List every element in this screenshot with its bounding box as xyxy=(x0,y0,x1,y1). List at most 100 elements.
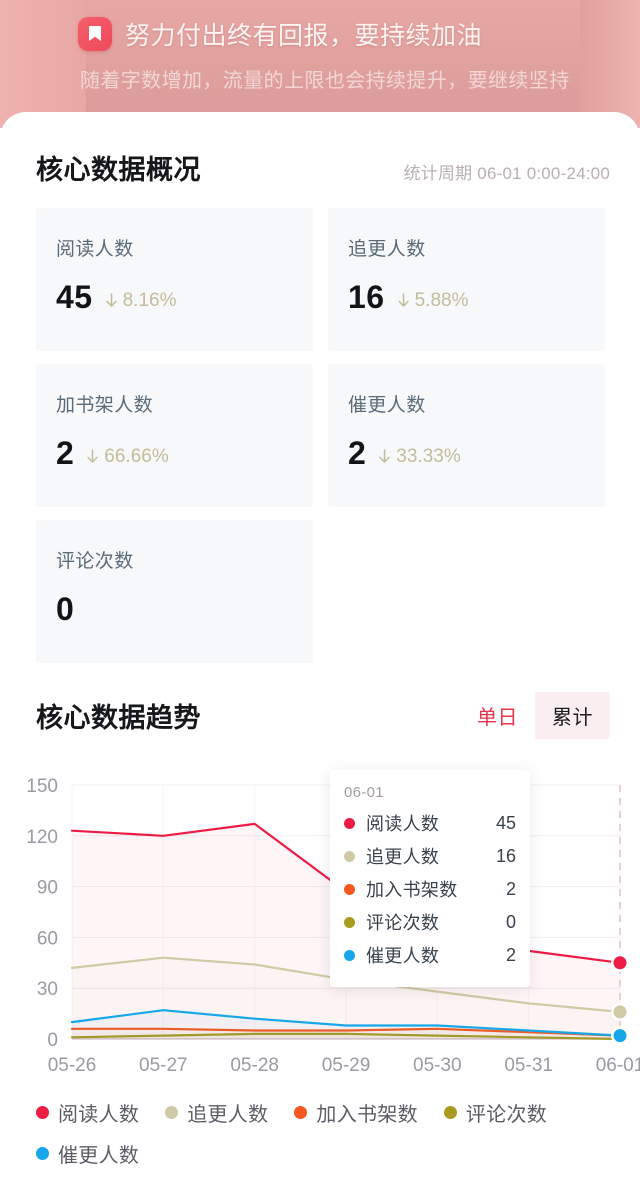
stat-delta: 8.16% xyxy=(105,289,177,312)
series-marker[interactable] xyxy=(613,1005,627,1019)
tooltip-series-name: 加入书架数 xyxy=(366,880,458,900)
stat-delta-value: 8.16% xyxy=(122,289,177,311)
chart-tooltip: 06-01 阅读人数 45 追更人数 16 加入书架数 2 评论次数 0 催更人数 2 xyxy=(330,770,530,987)
banner-left-shade xyxy=(0,0,86,128)
stat-delta: 33.33% xyxy=(378,446,461,468)
tooltip-series-name: 催更人数 xyxy=(366,946,440,966)
legend-label: 加入书架数 xyxy=(316,1104,418,1126)
legend-label: 评论次数 xyxy=(465,1104,548,1126)
stat-delta-value: 66.66% xyxy=(104,445,169,467)
stat-value: 16 xyxy=(348,279,385,315)
x-axis-tick-label: 05-27 xyxy=(139,1055,188,1076)
arrow-down-icon xyxy=(87,449,99,463)
y-axis-tick-label: 90 xyxy=(37,878,58,899)
stat-card: 阅读人数 45 8.16% xyxy=(36,208,313,351)
legend-dot-icon xyxy=(36,1106,49,1119)
stat-value-row: 16 5.88% xyxy=(348,279,605,316)
stat-delta: 66.66% xyxy=(86,445,169,468)
y-axis-tick-label: 150 xyxy=(26,776,58,797)
tooltip-series-name: 评论次数 xyxy=(366,913,440,933)
content-sheet: 核心数据概况 统计周期 06-01 0:00-24:00 阅读人数 45 8.16%… xyxy=(0,112,640,1186)
series-dot-icon xyxy=(344,916,355,928)
legend-item[interactable]: 加入书架数 xyxy=(294,1098,418,1127)
arrow-down-icon xyxy=(397,293,409,307)
chart-legend: 阅读人数 追更人数 加入书架数 评论次数催更人数 xyxy=(36,1098,636,1168)
y-axis-tick-label: 120 xyxy=(26,827,58,848)
tooltip-row: 评论次数 0 xyxy=(344,909,516,935)
trend-chart[interactable]: 0 30 60 90 120 150 05-26 05-27 05-28 05-29 05-30 05… xyxy=(0,757,640,1087)
legend-label: 催更人数 xyxy=(58,1145,140,1167)
tooltip-row: 加入书架数 2 xyxy=(344,876,516,902)
tooltip-series-value: 0 xyxy=(505,911,516,932)
stat-label: 催更人数 xyxy=(348,395,426,416)
tooltip-series-value: 2 xyxy=(505,944,516,965)
banner-title: 努力付出终有回报，要持续加油 xyxy=(125,22,483,50)
trend-title: 核心数据趋势 xyxy=(36,703,201,733)
toggle-option-daily[interactable]: 单日 xyxy=(460,692,535,739)
tooltip-series-name: 追更人数 xyxy=(366,847,440,867)
stat-card: 评论次数 0 xyxy=(36,520,313,663)
stat-value-row: 2 33.33% xyxy=(348,435,605,472)
y-axis-tick-label: 60 xyxy=(37,928,58,949)
legend-item[interactable]: 阅读人数 xyxy=(36,1098,139,1127)
trend-header: 核心数据趋势 单日 累计 xyxy=(36,692,610,739)
stat-value: 2 xyxy=(348,435,367,471)
bookmark-icon xyxy=(78,17,112,51)
legend-label: 阅读人数 xyxy=(58,1104,140,1126)
stat-card: 催更人数 2 33.33% xyxy=(328,364,605,507)
series-dot-icon xyxy=(344,850,355,862)
tooltip-row: 阅读人数 45 xyxy=(344,810,516,836)
trend-chart-svg[interactable]: 0 30 60 90 120 150 05-26 05-27 05-28 05-29 05-30 05… xyxy=(0,757,640,1087)
tooltip-series-name: 阅读人数 xyxy=(366,814,440,834)
stat-delta: 5.88% xyxy=(397,289,469,312)
legend-dot-icon xyxy=(294,1106,308,1119)
legend-item[interactable]: 追更人数 xyxy=(165,1098,268,1127)
toggle-option-cumulative[interactable]: 累计 xyxy=(535,692,610,739)
series-marker[interactable] xyxy=(613,956,627,970)
y-axis-tick-label: 30 xyxy=(37,979,58,1000)
stat-label: 加书架人数 xyxy=(56,395,154,416)
tooltip-row: 催更人数 2 xyxy=(344,942,516,968)
stat-label: 阅读人数 xyxy=(56,239,134,260)
stat-value: 45 xyxy=(56,279,93,315)
x-axis-tick-label: 05-26 xyxy=(48,1055,97,1076)
overview-header: 核心数据概况 统计周期 06-01 0:00-24:00 xyxy=(36,148,610,187)
stat-card: 加书架人数 2 66.66% xyxy=(36,364,313,507)
y-axis-tick-label: 0 xyxy=(47,1030,58,1051)
tooltip-series-value: 45 xyxy=(495,812,516,833)
stat-card: 追更人数 16 5.88% xyxy=(328,208,605,351)
series-dot-icon xyxy=(344,883,355,895)
banner-title-row: 努力付出终有回报，要持续加油 xyxy=(78,16,482,52)
stat-value-row: 45 8.16% xyxy=(56,279,313,316)
page-root: 努力付出终有回报，要持续加油 随着字数增加，流量的上限也会持续提升，要继续坚持 … xyxy=(0,0,640,1186)
x-axis-tick-label: 05-31 xyxy=(504,1055,553,1076)
arrow-down-icon xyxy=(105,293,117,307)
x-axis-tick-label: 06-01 xyxy=(596,1055,640,1076)
stat-delta-value: 5.88% xyxy=(414,289,469,311)
x-axis-tick-label: 05-29 xyxy=(322,1055,371,1076)
legend-dot-icon xyxy=(443,1106,457,1119)
tooltip-series-value: 2 xyxy=(505,878,516,899)
stat-label: 评论次数 xyxy=(56,551,134,572)
x-axis-tick-label: 05-28 xyxy=(230,1055,279,1076)
series-dot-icon xyxy=(344,949,355,961)
series-marker[interactable] xyxy=(613,1029,627,1043)
legend-item[interactable]: 催更人数 xyxy=(36,1139,139,1168)
tooltip-row: 追更人数 16 xyxy=(344,843,516,869)
tooltip-date: 06-01 xyxy=(344,784,384,801)
stat-label: 追更人数 xyxy=(348,239,426,260)
banner-right-shade xyxy=(580,0,640,128)
stat-value-row: 0 xyxy=(56,591,313,628)
overview-title: 核心数据概况 xyxy=(36,155,201,185)
banner-subtitle: 随着字数增加，流量的上限也会持续提升，要继续坚持 xyxy=(80,70,570,92)
legend-dot-icon xyxy=(36,1147,49,1160)
series-dot-icon xyxy=(344,817,355,829)
stat-card-grid: 阅读人数 45 8.16% 追更人数 16 5.88% 加书架人数 2 66.66% 催更人数 2 3… xyxy=(36,208,606,663)
tooltip-series-value: 16 xyxy=(495,845,516,866)
stat-period: 统计周期 06-01 0:00-24:00 xyxy=(403,164,610,183)
tooltip-rows: 阅读人数 45 追更人数 16 加入书架数 2 评论次数 0 催更人数 2 xyxy=(344,810,516,968)
trend-range-toggle[interactable]: 单日 累计 xyxy=(460,692,610,739)
arrow-down-icon xyxy=(379,449,391,463)
legend-item[interactable]: 评论次数 xyxy=(443,1098,548,1127)
stat-value: 0 xyxy=(56,591,75,627)
